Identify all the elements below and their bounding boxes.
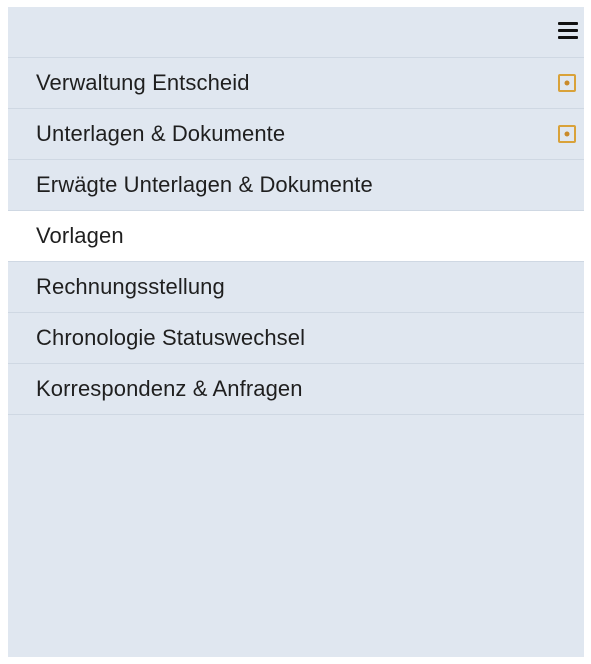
menu-item-verwaltung-entscheid[interactable]: Verwaltung Entscheid xyxy=(8,58,584,109)
menu-item-korrespondenz-anfragen[interactable]: Korrespondenz & Anfragen xyxy=(8,364,584,415)
menu-item-label: Unterlagen & Dokumente xyxy=(36,121,286,146)
menu-item-label: Chronologie Statuswechsel xyxy=(36,325,306,350)
menu-item-label: Verwaltung Entscheid xyxy=(36,70,250,95)
menu-item-vorlagen[interactable]: Vorlagen xyxy=(8,211,584,262)
menu-item-chronologie-statuswechsel[interactable]: Chronologie Statuswechsel xyxy=(8,313,584,364)
menu-item-label: Vorlagen xyxy=(36,223,124,248)
menu-item-label: Korrespondenz & Anfragen xyxy=(36,376,303,401)
menu-item-unterlagen-dokumente[interactable]: Unterlagen & Dokumente xyxy=(8,109,584,160)
hamburger-menu-icon[interactable] xyxy=(558,22,578,40)
flag-square-icon xyxy=(558,74,576,92)
menu-item-erwaegte-unterlagen[interactable]: Erwägte Unterlagen & Dokumente xyxy=(8,160,584,211)
menu-item-label: Erwägte Unterlagen & Dokumente xyxy=(36,172,373,197)
menu-item-label: Rechnungsstellung xyxy=(36,274,225,299)
panel-header xyxy=(8,7,584,58)
menu-item-rechnungsstellung[interactable]: Rechnungsstellung xyxy=(8,262,584,313)
flag-square-icon xyxy=(558,125,576,143)
navigation-panel: Verwaltung Entscheid Unterlagen & Dokume… xyxy=(8,7,584,657)
